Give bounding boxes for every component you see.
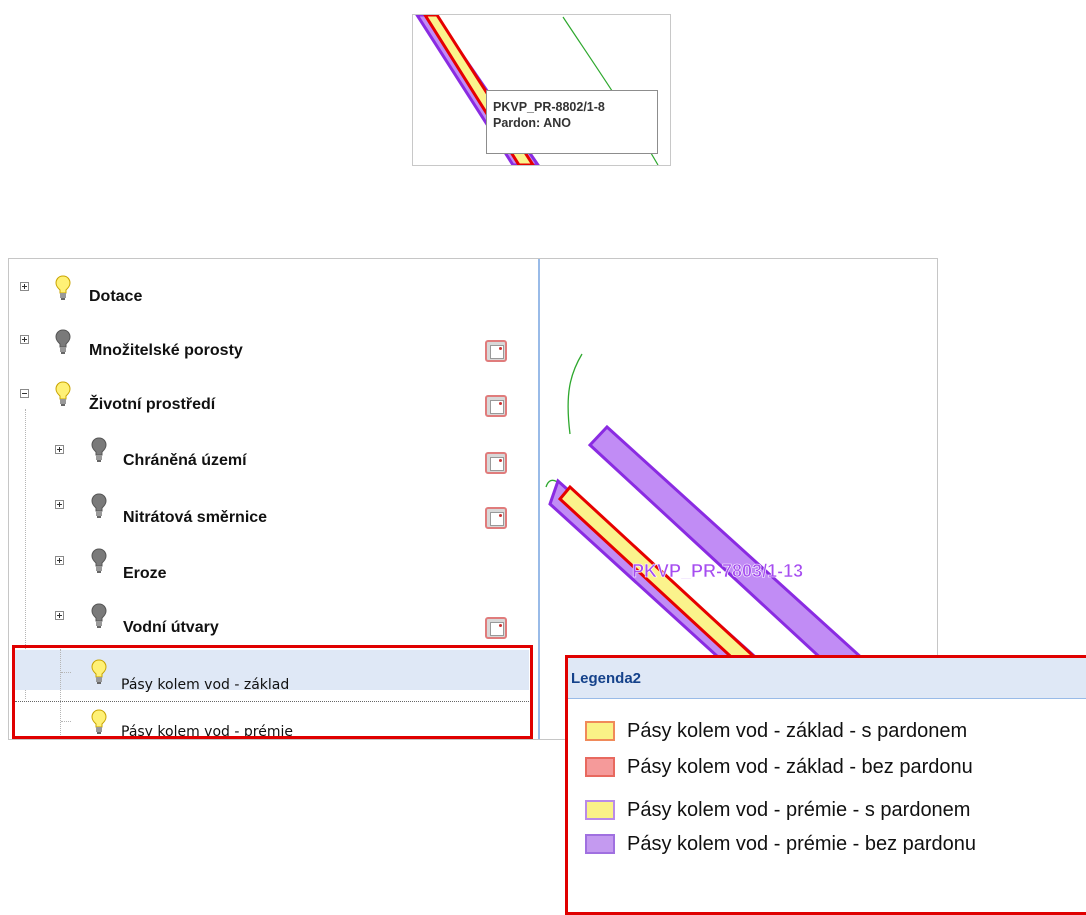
- legend-title: Legenda2: [568, 658, 1086, 699]
- legend-panel: Legenda2 Pásy kolem vod - základ - s par…: [565, 655, 1086, 915]
- lightbulb-on-icon[interactable]: [55, 381, 71, 407]
- layer-label-pasy-premie[interactable]: Pásy kolem vod - prémie: [121, 724, 293, 740]
- legend-swatch: [585, 721, 615, 741]
- lightbulb-off-icon[interactable]: [55, 329, 71, 355]
- legend-swatch: [585, 834, 615, 854]
- legend-item-label: Pásy kolem vod - prémie - s pardonem: [627, 798, 971, 821]
- expand-toggle-vodni-utvary[interactable]: [55, 611, 64, 620]
- layer-label-dotace[interactable]: Dotace: [89, 288, 142, 306]
- feature-tooltip: PKVP_PR-8802/1-8 Pardon: ANO: [486, 90, 658, 154]
- tooltip-id: PKVP_PR-8802/1-8: [493, 100, 605, 114]
- legend-swatch: [585, 800, 615, 820]
- legend-item-label: Pásy kolem vod - základ - s pardonem: [627, 719, 968, 742]
- tree-guide-line: [60, 649, 61, 739]
- layer-label-mnozitelske-porosty[interactable]: Množitelské porosty: [89, 342, 243, 360]
- collapse-toggle-zivotni-prostredi[interactable]: [20, 389, 29, 398]
- selection-divider: [15, 701, 529, 702]
- legend-item: Pásy kolem vod - prémie - s pardonem: [585, 798, 970, 822]
- tooltip-pardon: Pardon: ANO: [493, 116, 572, 130]
- legend-item-label: Pásy kolem vod - prémie - bez pardonu: [627, 832, 977, 855]
- green-boundary-line: [567, 353, 583, 435]
- lightbulb-on-icon[interactable]: [91, 659, 107, 685]
- lightbulb-on-icon[interactable]: [55, 275, 71, 301]
- legend-item: Pásy kolem vod - prémie - bez pardonu: [585, 832, 976, 856]
- tree-guide-branch: [61, 721, 71, 722]
- legend-button-chranena-uzemi[interactable]: [485, 452, 507, 474]
- lightbulb-off-icon[interactable]: [91, 493, 107, 519]
- expand-toggle-chranena-uzemi[interactable]: [55, 445, 64, 454]
- layer-label-pasy-zaklad[interactable]: Pásy kolem vod - základ: [121, 677, 289, 693]
- layer-tree: Dotace Množitelské porosty Životní prost…: [9, 259, 535, 740]
- layer-label-chranena-uzemi[interactable]: Chráněná území: [123, 452, 247, 470]
- tree-guide-branch: [61, 672, 71, 673]
- lightbulb-off-icon[interactable]: [91, 548, 107, 574]
- legend-button-mnozitelske-porosty[interactable]: [485, 340, 507, 362]
- layer-label-nitratova-smernice[interactable]: Nitrátová směrnice: [123, 509, 267, 527]
- legend-item-label: Pásy kolem vod - základ - bez pardonu: [627, 755, 973, 778]
- lightbulb-on-icon[interactable]: [91, 709, 107, 735]
- layer-label-vodni-utvary[interactable]: Vodní útvary: [123, 619, 219, 637]
- layer-label-zivotni-prostredi[interactable]: Životní prostředí: [89, 396, 215, 414]
- legend-swatch: [585, 757, 615, 777]
- legend-item: Pásy kolem vod - základ - bez pardonu: [585, 755, 973, 779]
- expand-toggle-nitratova-smernice[interactable]: [55, 500, 64, 509]
- map-tooltip-snippet: PKVP_PR-8802/1-8 Pardon: ANO: [412, 14, 671, 166]
- legend-item: Pásy kolem vod - základ - s pardonem: [585, 719, 967, 743]
- expand-toggle-mnozitelske-porosty[interactable]: [20, 335, 29, 344]
- legend-button-nitratova-smernice[interactable]: [485, 507, 507, 529]
- lightbulb-off-icon[interactable]: [91, 437, 107, 463]
- legend-button-vodni-utvary[interactable]: [485, 617, 507, 639]
- legend-button-zivotni-prostredi[interactable]: [485, 395, 507, 417]
- lightbulb-off-icon[interactable]: [91, 603, 107, 629]
- expand-toggle-dotace[interactable]: [20, 282, 29, 291]
- layer-label-eroze[interactable]: Eroze: [123, 565, 167, 583]
- expand-toggle-eroze[interactable]: [55, 556, 64, 565]
- feature-label: PKVP_PR-7803/1-13: [632, 561, 803, 581]
